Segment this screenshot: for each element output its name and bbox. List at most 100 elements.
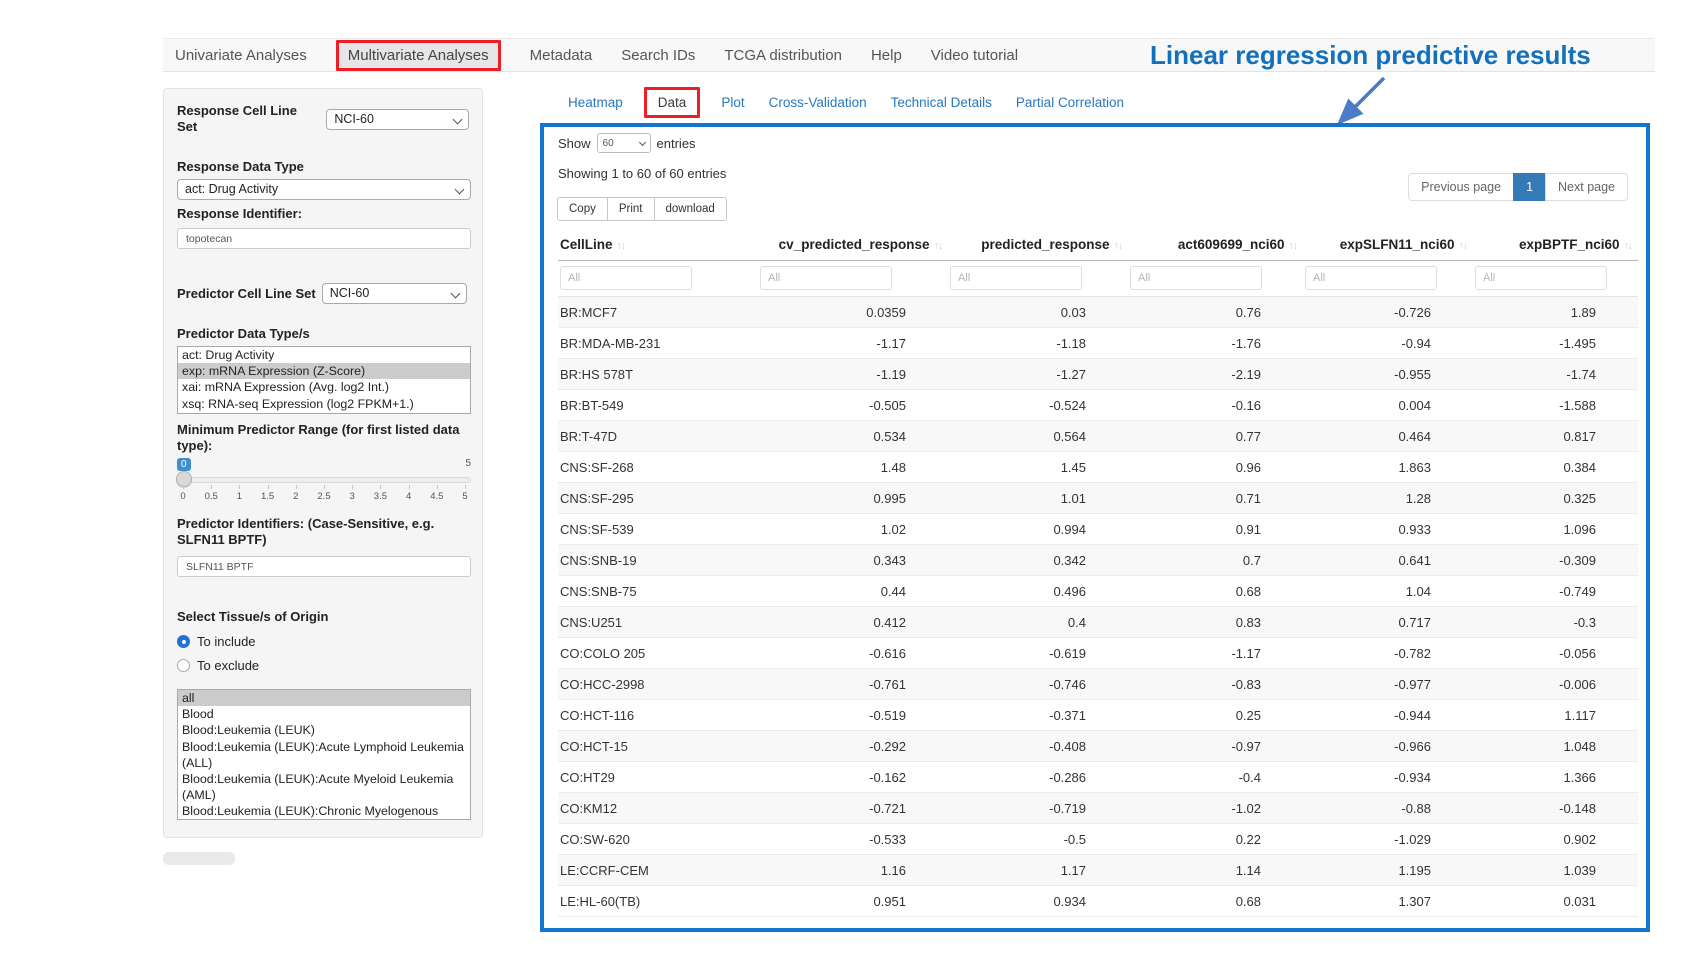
- list-option[interactable]: Blood:Leukemia (LEUK):Acute Myeloid Leuk…: [178, 771, 470, 803]
- column-filter-input-predicted_response[interactable]: [950, 266, 1082, 290]
- table-row[interactable]: CO:HT29-0.162-0.286-0.4-0.9341.366: [558, 762, 1638, 793]
- column-filter-input-expslfn11_nci60[interactable]: [1305, 266, 1437, 290]
- column-filter-input-cellline[interactable]: [560, 266, 692, 290]
- sort-icon[interactable]: ↑↓: [617, 240, 626, 252]
- slider-tick: [183, 485, 184, 489]
- next-page-button[interactable]: Next page: [1545, 173, 1628, 201]
- list-option[interactable]: xai: mRNA Expression (Avg. log2 Int.): [178, 379, 470, 395]
- list-option[interactable]: all: [178, 690, 470, 706]
- nav-item-tcga-distribution[interactable]: TCGA distribution: [724, 47, 842, 64]
- nav-item-help[interactable]: Help: [871, 47, 902, 64]
- value-cell: -0.286: [948, 762, 1128, 793]
- table-row[interactable]: CNS:U2510.4120.40.830.717-0.3: [558, 607, 1638, 638]
- tab-technical-details[interactable]: Technical Details: [891, 95, 992, 110]
- tissue-radio-to-exclude[interactable]: To exclude: [177, 658, 469, 673]
- sort-icon[interactable]: ↑↓: [1289, 240, 1298, 252]
- value-cell: 0.934: [948, 886, 1128, 917]
- column-header-cellline[interactable]: CellLine ↑↓: [558, 229, 758, 261]
- nav-item-video-tutorial[interactable]: Video tutorial: [931, 47, 1018, 64]
- column-header-expbptf_nci60[interactable]: expBPTF_nci60↑↓: [1473, 229, 1638, 261]
- value-cell: 1.14: [1128, 855, 1303, 886]
- previous-page-button[interactable]: Previous page: [1408, 173, 1514, 201]
- value-cell: -0.292: [758, 731, 948, 762]
- list-option[interactable]: Blood:Leukemia (LEUK):Acute Lymphoid Leu…: [178, 739, 470, 771]
- table-row[interactable]: CO:HCT-15-0.292-0.408-0.97-0.9661.048: [558, 731, 1638, 762]
- response-identifier-input[interactable]: [177, 228, 471, 249]
- print-button[interactable]: Print: [607, 197, 655, 221]
- column-header-predicted_response[interactable]: predicted_response↑↓: [948, 229, 1128, 261]
- table-row[interactable]: BR:MCF70.03590.030.76-0.7261.89: [558, 297, 1638, 328]
- value-cell: 0.68: [1128, 576, 1303, 607]
- column-header-label: CellLine: [560, 237, 613, 252]
- page-length-select[interactable]: 60: [597, 133, 651, 153]
- column-header-expslfn11_nci60[interactable]: expSLFN11_nci60↑↓: [1303, 229, 1473, 261]
- slider-track[interactable]: [177, 477, 471, 483]
- sort-icon[interactable]: ↑↓: [934, 240, 943, 252]
- min-range-slider[interactable]: 0 5 00.511.522.533.544.55: [177, 458, 471, 508]
- tissue-listbox[interactable]: allBloodBlood:Leukemia (LEUK)Blood:Leuke…: [177, 689, 471, 820]
- list-option[interactable]: Blood:Leukemia (LEUK): [178, 722, 470, 738]
- column-filter-input-act609699_nci60[interactable]: [1130, 266, 1262, 290]
- table-row[interactable]: BR:BT-549-0.505-0.524-0.160.004-1.588: [558, 390, 1638, 421]
- table-row[interactable]: CO:HCT-116-0.519-0.3710.25-0.9441.117: [558, 700, 1638, 731]
- tab-cross-validation[interactable]: Cross-Validation: [769, 95, 867, 110]
- value-cell: -0.761: [758, 669, 948, 700]
- slider-tick-label: 2: [293, 491, 298, 502]
- column-header-label: act609699_nci60: [1178, 237, 1285, 252]
- tab-partial-correlation[interactable]: Partial Correlation: [1016, 95, 1124, 110]
- column-filter-input-expbptf_nci60[interactable]: [1475, 266, 1607, 290]
- table-row[interactable]: CNS:SNB-750.440.4960.681.04-0.749: [558, 576, 1638, 607]
- table-row[interactable]: LE:CCRF-CEM1.161.171.141.1951.039: [558, 855, 1638, 886]
- nav-item-univariate-analyses[interactable]: Univariate Analyses: [175, 47, 307, 64]
- sort-icon[interactable]: ↑↓: [1459, 240, 1468, 252]
- table-row[interactable]: CNS:SF-2950.9951.010.711.280.325: [558, 483, 1638, 514]
- table-row[interactable]: BR:T-47D0.5340.5640.770.4640.817: [558, 421, 1638, 452]
- list-option[interactable]: Blood:Leukemia (LEUK):Chronic Myelogenou…: [178, 803, 470, 820]
- table-row[interactable]: CNS:SF-2681.481.450.961.8630.384: [558, 452, 1638, 483]
- download-button[interactable]: download: [654, 197, 727, 221]
- sort-icon[interactable]: ↑↓: [1114, 240, 1123, 252]
- predictor-data-types-listbox[interactable]: act: Drug Activityexp: mRNA Expression (…: [177, 346, 471, 414]
- nav-item-multivariate-analyses[interactable]: Multivariate Analyses: [336, 40, 501, 71]
- slider-tick: [324, 485, 325, 489]
- table-row[interactable]: CNS:SNB-190.3430.3420.70.641-0.309: [558, 545, 1638, 576]
- radio-icon[interactable]: [177, 635, 190, 648]
- tab-plot[interactable]: Plot: [721, 95, 744, 110]
- tab-data[interactable]: Data: [644, 87, 701, 118]
- value-cell: -0.533: [758, 824, 948, 855]
- sort-icon[interactable]: ↑↓: [1624, 240, 1633, 252]
- table-row[interactable]: CO:HCC-2998-0.761-0.746-0.83-0.977-0.006: [558, 669, 1638, 700]
- radio-label: To exclude: [197, 658, 259, 673]
- response-cell-line-set-select[interactable]: NCI-60: [326, 109, 469, 130]
- predictor-identifiers-input[interactable]: [177, 556, 471, 577]
- copy-button[interactable]: Copy: [557, 197, 608, 221]
- value-cell: 1.89: [1473, 297, 1638, 328]
- tissue-radio-to-include[interactable]: To include: [177, 634, 469, 649]
- predictor-cell-line-set-select[interactable]: NCI-60: [322, 283, 467, 304]
- table-row[interactable]: BR:HS 578T-1.19-1.27-2.19-0.955-1.74: [558, 359, 1638, 390]
- response-data-type-select[interactable]: act: Drug Activity: [177, 179, 471, 200]
- list-option[interactable]: Blood: [178, 706, 470, 722]
- radio-icon[interactable]: [177, 659, 190, 672]
- table-row[interactable]: CO:COLO 205-0.616-0.619-1.17-0.782-0.056: [558, 638, 1638, 669]
- table-row[interactable]: CO:KM12-0.721-0.719-1.02-0.88-0.148: [558, 793, 1638, 824]
- column-header-act609699_nci60[interactable]: act609699_nci60 ↑↓: [1128, 229, 1303, 261]
- min-predictor-range-label: Minimum Predictor Range (for first liste…: [177, 422, 469, 454]
- table-row[interactable]: CNS:SF-5391.020.9940.910.9331.096: [558, 514, 1638, 545]
- nav-item-search-ids[interactable]: Search IDs: [621, 47, 695, 64]
- list-option[interactable]: act: Drug Activity: [178, 347, 470, 363]
- list-option[interactable]: xsq: RNA-seq Expression (log2 FPKM+1.): [178, 396, 470, 412]
- table-row[interactable]: CO:SW-620-0.533-0.50.22-1.0290.902: [558, 824, 1638, 855]
- table-row[interactable]: LE:HL-60(TB)0.9510.9340.681.3070.031: [558, 886, 1638, 917]
- cell-line-cell: CNS:SF-539: [558, 514, 758, 545]
- results-panel: Show 60 entries Showing 1 to 60 of 60 en…: [540, 123, 1650, 932]
- list-option[interactable]: exp: mRNA Expression (Z-Score): [178, 363, 470, 379]
- column-filter-input-cv_predicted_response[interactable]: [760, 266, 892, 290]
- nav-item-metadata[interactable]: Metadata: [530, 47, 593, 64]
- page-1-button[interactable]: 1: [1513, 173, 1546, 201]
- column-header-cv_predicted_response[interactable]: cv_predicted_response↑↓: [758, 229, 948, 261]
- cell-line-cell: CNS:U251: [558, 607, 758, 638]
- table-row[interactable]: BR:MDA-MB-231-1.17-1.18-1.76-0.94-1.495: [558, 328, 1638, 359]
- predictor-identifiers-label: Predictor Identifiers: (Case-Sensitive, …: [177, 516, 471, 548]
- tab-heatmap[interactable]: Heatmap: [568, 95, 623, 110]
